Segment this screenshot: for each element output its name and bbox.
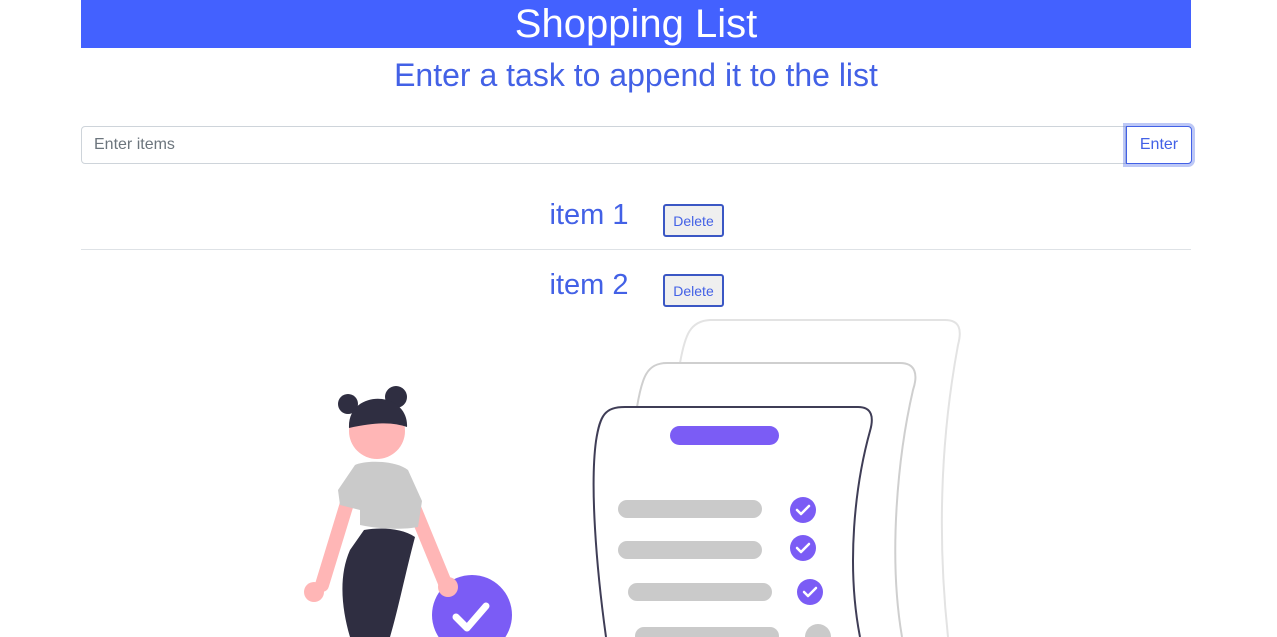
paper-header-bar	[670, 426, 779, 445]
woman-with-checklist-illustration	[304, 319, 961, 637]
checklist-line	[628, 583, 772, 601]
left-hand	[304, 582, 324, 602]
shopping-list-page: Shopping List Enter a task to append it …	[0, 0, 1277, 637]
item-input[interactable]	[81, 126, 1126, 164]
shopping-list: item 1 Delete item 2 Delete	[81, 180, 1191, 320]
check-circle-icon	[790, 497, 816, 523]
delete-button[interactable]: Delete	[663, 204, 724, 237]
shirt	[338, 461, 422, 529]
list-item-label: item 2	[549, 269, 629, 301]
page-subtitle: Enter a task to append it to the list	[394, 57, 878, 93]
page-title: Shopping List	[514, 2, 758, 46]
enter-button[interactable]: Enter	[1126, 126, 1192, 164]
checklist-line	[618, 541, 762, 559]
add-item-form: Enter	[81, 126, 1192, 164]
pants	[342, 528, 415, 637]
delete-button[interactable]: Delete	[663, 274, 724, 307]
list-item-label: item 1	[549, 199, 629, 231]
check-circle-icon	[790, 535, 816, 561]
right-arm	[408, 503, 452, 590]
list-item: item 1 Delete	[81, 180, 1191, 250]
checklist-line	[635, 627, 779, 637]
list-item: item 2 Delete	[81, 250, 1191, 320]
checklist-line	[618, 500, 762, 518]
check-circle-icon	[797, 579, 823, 605]
page-header: Shopping List	[81, 0, 1191, 48]
right-hand	[438, 577, 458, 597]
